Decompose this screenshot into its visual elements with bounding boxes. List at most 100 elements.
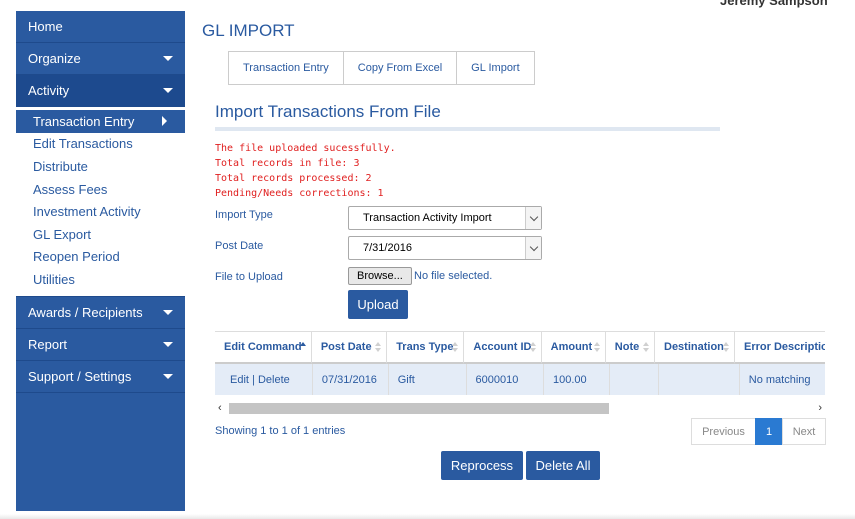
column-header-edit-command[interactable]: Edit Command xyxy=(215,332,312,364)
submenu-item-utilities[interactable]: Utilities xyxy=(16,268,185,291)
sidebar-item-label: Activity xyxy=(28,83,70,98)
sidebar-item-report[interactable]: Report xyxy=(16,329,185,361)
sidebar-item-label: Report xyxy=(28,336,68,352)
submenu-item-assess-fees[interactable]: Assess Fees xyxy=(16,178,185,201)
column-header-post-date[interactable]: Post Date xyxy=(311,332,388,364)
section-title: Import Transactions From File xyxy=(215,102,441,121)
tab-gl-import[interactable]: GL Import xyxy=(456,51,535,85)
delete-all-button[interactable]: Delete All xyxy=(526,451,600,480)
submenu-item-label: Edit Transactions xyxy=(33,136,133,152)
submenu-item-edit-transactions[interactable]: Edit Transactions xyxy=(16,133,185,156)
column-header-label: Edit Command xyxy=(224,341,302,353)
sidebar-item-label: Home xyxy=(28,19,63,34)
entries-info: Showing 1 to 1 of 1 entries xyxy=(215,425,346,437)
pagination-previous[interactable]: Previous xyxy=(691,418,756,445)
section-divider xyxy=(215,127,720,131)
caret-down-icon xyxy=(163,88,173,93)
column-header-note[interactable]: Note xyxy=(605,332,655,364)
pagination-page-1[interactable]: 1 xyxy=(755,418,783,445)
activity-submenu: Transaction Entry Edit Transactions Dist… xyxy=(16,107,185,297)
column-header-account-id[interactable]: Account ID xyxy=(464,332,542,364)
status-message: Pending/Needs corrections: 1 xyxy=(215,188,384,199)
status-message: Total records in file: 3 xyxy=(215,158,360,169)
column-header-amount[interactable]: Amount xyxy=(541,332,606,364)
edit-link[interactable]: Edit xyxy=(230,374,249,386)
error-description-cell: No matching xyxy=(739,364,825,395)
column-header-label: Trans Type xyxy=(396,341,454,353)
file-upload-label: File to Upload xyxy=(215,271,283,283)
sort-icon xyxy=(452,342,459,354)
import-type-value: Transaction Activity Import xyxy=(363,212,492,224)
chevron-down-icon xyxy=(525,237,541,259)
tab-copy-from-excel[interactable]: Copy From Excel xyxy=(342,51,458,85)
post-date-cell: 07/31/2016 xyxy=(312,364,389,395)
submenu-item-label: Investment Activity xyxy=(33,204,141,220)
sidebar-item-support-settings[interactable]: Support / Settings xyxy=(16,361,185,393)
post-date-value: 7/31/2016 xyxy=(363,242,412,254)
scroll-right-icon[interactable]: › xyxy=(818,402,822,414)
caret-down-icon xyxy=(163,341,173,347)
submenu-item-reopen-period[interactable]: Reopen Period xyxy=(16,246,185,269)
caret-down-icon xyxy=(163,309,173,315)
trans-type-cell: Gift xyxy=(388,364,467,395)
submenu-item-label: Distribute xyxy=(33,158,88,174)
note-cell xyxy=(609,364,660,395)
sidebar-item-label: Awards / Recipients xyxy=(28,304,143,320)
tab-bar: Transaction Entry Copy From Excel GL Imp… xyxy=(228,51,535,85)
submenu-item-label: Assess Fees xyxy=(33,181,108,197)
submenu-item-gl-export[interactable]: GL Export xyxy=(16,223,185,246)
column-header-label: Account ID xyxy=(473,341,532,353)
column-header-trans-type[interactable]: Trans Type xyxy=(387,332,465,364)
edit-command-cell: Edit | Delete xyxy=(215,364,313,395)
status-message: The file uploaded sucessfully. xyxy=(215,143,396,154)
sort-icon xyxy=(375,342,382,354)
import-type-select[interactable]: Transaction Activity Import xyxy=(348,206,542,230)
submenu-item-transaction-entry[interactable]: Transaction Entry xyxy=(16,110,185,133)
app-frame: Jeremy Sampson Home Organize Activity Tr… xyxy=(0,0,855,519)
submenu-item-investment-activity[interactable]: Investment Activity xyxy=(16,200,185,223)
pagination-next[interactable]: Next xyxy=(782,418,826,445)
amount-cell: 100.00 xyxy=(544,364,610,395)
user-name: Jeremy Sampson xyxy=(720,0,828,8)
submenu-item-label: Utilities xyxy=(33,271,75,287)
column-header-label: Destination xyxy=(664,341,724,353)
column-header-label: Error Description xyxy=(744,341,825,353)
caret-down-icon xyxy=(163,56,173,61)
sort-icon xyxy=(593,342,600,354)
file-status-text: No file selected. xyxy=(414,270,493,282)
submenu-item-label: Transaction Entry xyxy=(33,113,135,129)
pagination: Previous 1 Next xyxy=(691,418,826,445)
sidebar-item-activity[interactable]: Activity xyxy=(16,75,185,107)
sidebar-item-organize[interactable]: Organize xyxy=(16,43,185,75)
column-header-destination[interactable]: Destination xyxy=(655,332,736,364)
delete-link[interactable]: Delete xyxy=(258,374,290,386)
transactions-table: Edit Command Post Date Trans Type Accoun… xyxy=(215,331,825,395)
upload-status-messages: The file uploaded sucessfully. Total rec… xyxy=(215,141,396,201)
tab-transaction-entry[interactable]: Transaction Entry xyxy=(228,51,344,85)
submenu-item-distribute[interactable]: Distribute xyxy=(16,155,185,178)
browse-button[interactable]: Browse... xyxy=(348,267,412,285)
reprocess-button[interactable]: Reprocess xyxy=(441,451,523,480)
column-header-label: Note xyxy=(614,341,640,353)
sort-icon xyxy=(529,342,536,354)
column-header-error-description[interactable]: Error Description xyxy=(735,332,825,364)
sidebar-item-home[interactable]: Home xyxy=(16,11,185,43)
post-date-select[interactable]: 7/31/2016 xyxy=(348,236,542,260)
caret-down-icon xyxy=(163,373,173,379)
caret-right-icon xyxy=(162,116,167,126)
sidebar-item-awards-recipients[interactable]: Awards / Recipients xyxy=(16,297,185,329)
destination-cell xyxy=(659,364,740,395)
link-separator: | xyxy=(252,373,255,386)
scroll-left-icon[interactable]: ‹ xyxy=(218,402,222,414)
scrollbar-thumb[interactable] xyxy=(229,403,609,414)
sort-icon xyxy=(299,342,306,354)
import-type-label: Import Type xyxy=(215,209,273,221)
post-date-label: Post Date xyxy=(215,240,264,252)
upload-button[interactable]: Upload xyxy=(348,290,408,319)
table-header-row: Edit Command Post Date Trans Type Accoun… xyxy=(215,332,825,364)
sort-icon xyxy=(723,342,730,354)
submenu-item-label: Reopen Period xyxy=(33,249,120,265)
status-message: Total records processed: 2 xyxy=(215,173,372,184)
chevron-down-icon xyxy=(525,207,541,229)
horizontal-scrollbar[interactable]: ‹ › xyxy=(215,401,825,417)
